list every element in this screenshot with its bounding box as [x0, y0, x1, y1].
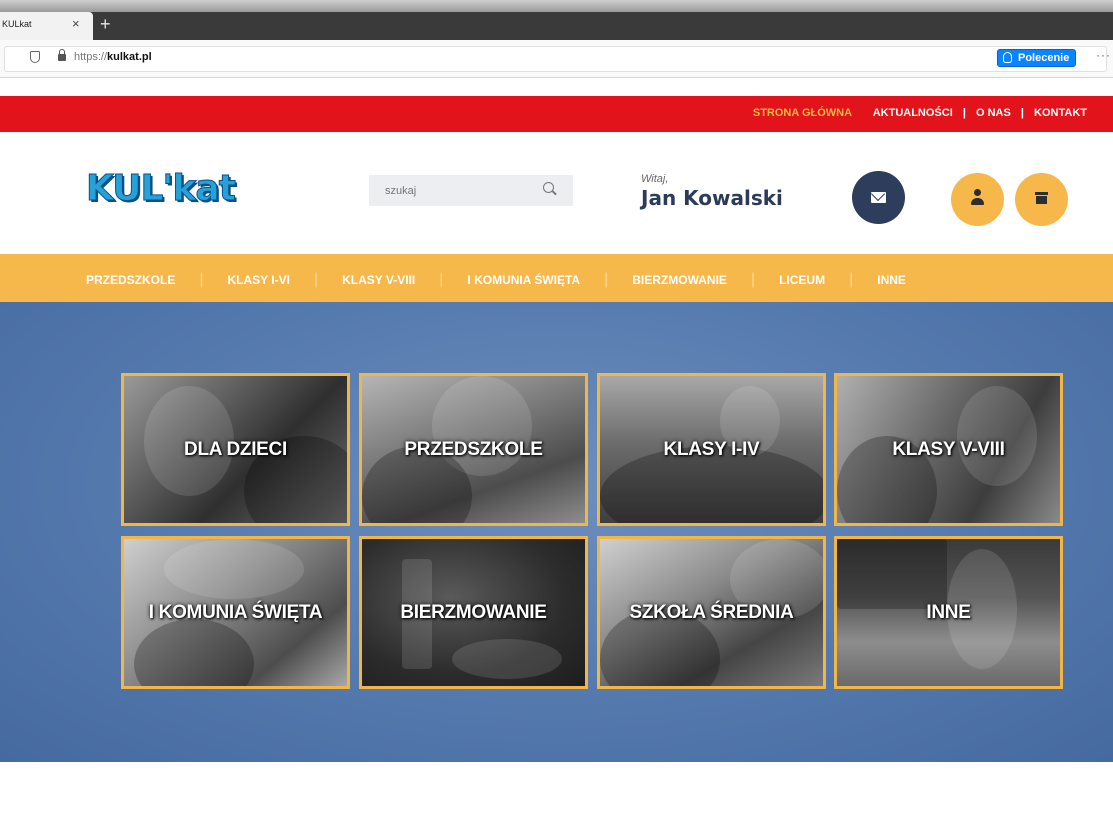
top-links: STRONA GŁÓWNA AKTUALNOŚCI | O NAS | KONT…: [753, 107, 1087, 119]
more-menu-icon[interactable]: ···: [1096, 48, 1111, 62]
tile-komunia[interactable]: I KOMUNIA ŚWIĘTA: [121, 536, 350, 689]
category-separator: |: [199, 271, 204, 288]
category-separator: |: [750, 271, 756, 288]
category-bierzmowanie[interactable]: BIERZMOWANIE: [632, 273, 727, 287]
browser-tab[interactable]: KULkat ×: [0, 12, 93, 40]
url-text[interactable]: https://kulkat.pl: [74, 51, 152, 63]
user-icon: [971, 189, 984, 209]
profile-button[interactable]: [951, 173, 1004, 226]
tab-close-icon[interactable]: ×: [72, 16, 80, 31]
url-domain: kulkat.pl: [107, 51, 152, 63]
tile-inne[interactable]: INNE: [834, 536, 1063, 689]
tile-klasy-i-iv[interactable]: KLASY I-IV: [597, 373, 826, 526]
new-tab-icon[interactable]: +: [100, 14, 111, 35]
recommend-label: Polecenie: [1018, 52, 1070, 64]
window-titlebar: [0, 0, 1113, 12]
category-przedszkole[interactable]: PRZEDSZKOLE: [86, 273, 175, 287]
tile-przedszkole[interactable]: PRZEDSZKOLE: [359, 373, 588, 526]
tile-label: PRZEDSZKOLE: [404, 438, 543, 460]
search-box: [369, 175, 573, 206]
hero-section: [0, 302, 1113, 762]
browser-toolbar: [0, 40, 1113, 78]
site-logo[interactable]: KUL'kat: [86, 168, 237, 210]
category-separator: |: [313, 271, 319, 288]
browser-tab-bar: KULkat × +: [0, 0, 1113, 40]
tile-klasy-v-viii[interactable]: KLASY V-VIII: [834, 373, 1063, 526]
recommend-button[interactable]: Polecenie: [997, 49, 1077, 67]
category-separator: |: [849, 271, 854, 288]
toplink-separator: |: [1020, 107, 1024, 119]
category-liceum[interactable]: LICEUM: [779, 273, 825, 287]
tile-label: INNE: [926, 601, 971, 623]
tile-label: SZKOŁA ŚREDNIA: [629, 601, 794, 623]
tile-szkola-srednia[interactable]: SZKOŁA ŚREDNIA: [597, 536, 826, 689]
bulb-icon: [1003, 52, 1012, 63]
shield-icon[interactable]: [30, 51, 40, 63]
address-bar[interactable]: [4, 46, 1107, 72]
toplink-separator: |: [962, 107, 966, 119]
user-name: Jan Kowalski: [641, 186, 783, 210]
tab-title: KULkat: [2, 19, 32, 29]
toplink-about[interactable]: O NAS: [976, 107, 1011, 119]
tile-label: BIERZMOWANIE: [400, 601, 547, 623]
messages-button[interactable]: [852, 171, 905, 224]
search-icon[interactable]: [543, 182, 554, 193]
category-klasy-i-vi[interactable]: KLASY I-VI: [228, 273, 290, 287]
toplink-news[interactable]: AKTUALNOŚCI: [873, 107, 953, 119]
category-inne[interactable]: INNE: [877, 273, 906, 287]
url-prefix: https://: [74, 51, 108, 63]
category-komunia[interactable]: I KOMUNIA ŚWIĘTA: [467, 273, 580, 287]
tile-label: DLA DZIECI: [184, 438, 287, 460]
toplink-home[interactable]: STRONA GŁÓWNA: [753, 107, 852, 119]
tile-label: KLASY I-IV: [663, 438, 760, 460]
top-bar: STRONA GŁÓWNA AKTUALNOŚCI | O NAS | KONT…: [0, 96, 1113, 132]
archive-button[interactable]: [1015, 173, 1068, 226]
tile-bierzmowanie[interactable]: BIERZMOWANIE: [359, 536, 588, 689]
mail-icon: [871, 192, 886, 203]
category-nav: PRZEDSZKOLE | KLASY I-VI | KLASY V-VIII | I KO…: [0, 254, 1113, 302]
welcome-text: Witaj,: [641, 173, 669, 185]
archive-icon: [1035, 192, 1048, 204]
tile-label: I KOMUNIA ŚWIĘTA: [148, 601, 323, 623]
category-klasy-v-viii[interactable]: KLASY V-VIII: [342, 273, 415, 287]
lock-icon[interactable]: [58, 49, 66, 61]
toplink-contact[interactable]: KONTAKT: [1034, 107, 1087, 119]
search-input[interactable]: [369, 175, 539, 206]
tile-dla-dzieci[interactable]: DLA DZIECI: [121, 373, 350, 526]
category-separator: |: [439, 271, 444, 288]
tile-label: KLASY V-VIII: [892, 438, 1005, 460]
category-separator: |: [604, 271, 609, 288]
